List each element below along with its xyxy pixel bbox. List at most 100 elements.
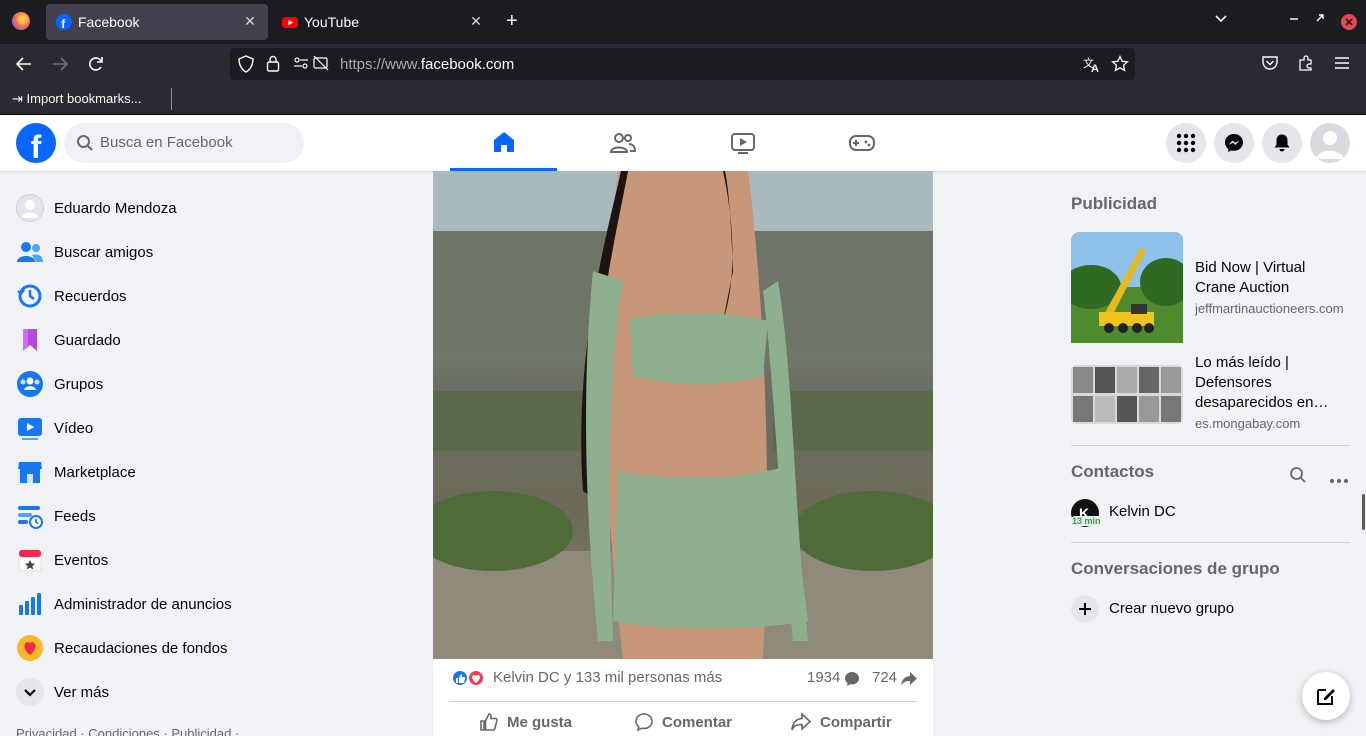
marketplace-icon (16, 458, 44, 486)
pocket-icon[interactable] (1259, 54, 1281, 77)
sidebar-item-profile[interactable]: Eduardo Mendoza (8, 186, 308, 230)
sidebar-item-feeds[interactable]: Feeds (8, 494, 308, 538)
comments-count[interactable]: 1934 (807, 669, 840, 686)
sidebar-item-memories[interactable]: Recuerdos (8, 274, 308, 318)
comment-label: Comentar (662, 713, 733, 731)
gaming-controller-icon (848, 135, 875, 151)
share-button[interactable]: Compartir (790, 711, 892, 733)
sidebar-item-label: Guardado (54, 331, 121, 349)
ads-manager-icon (16, 590, 44, 618)
home-icon (493, 131, 514, 152)
tab-video[interactable] (689, 115, 796, 171)
love-reaction-icon (467, 669, 485, 687)
tab-label: YouTube (304, 14, 360, 30)
close-tab-icon[interactable]: ✕ (468, 13, 484, 30)
sidebar-item-label: Feeds (54, 507, 96, 525)
shares-count[interactable]: 724 (872, 669, 897, 686)
extensions-puzzle-icon[interactable] (1295, 54, 1317, 77)
sidebar-item-video[interactable]: Vídeo (8, 406, 308, 450)
create-group-button[interactable]: Crear nuevo grupo (1071, 594, 1350, 624)
ad-domain: es.mongabay.com (1195, 416, 1301, 431)
ad-domain: jeffmartinauctioneers.com (1195, 301, 1344, 316)
search-icon (77, 135, 93, 151)
search-contacts-icon[interactable] (1289, 466, 1307, 489)
comment-icon (635, 713, 653, 732)
messenger-icon (1225, 134, 1243, 152)
sidebar-item-friends[interactable]: Buscar amigos (8, 230, 308, 274)
like-button[interactable]: Me gusta (479, 711, 572, 733)
sidebar-item-events[interactable]: Eventos (8, 538, 308, 582)
share-icon (791, 712, 812, 731)
address-bar[interactable]: https://www.facebook.com 文A (230, 48, 1135, 80)
tab-youtube[interactable]: YouTube ✕ (272, 4, 494, 40)
sidebar-item-ads-manager[interactable]: Administrador de anuncios (8, 582, 308, 626)
bookmark-icon (16, 326, 44, 354)
sidebar-item-label: Eduardo Mendoza (54, 199, 177, 217)
ad-item[interactable]: Lo más leído | Defensores desaparecidos … (1071, 353, 1350, 433)
bookmark-star-icon[interactable] (1111, 54, 1129, 77)
comment-button[interactable]: Comentar (634, 711, 732, 733)
new-message-button[interactable] (1302, 672, 1350, 720)
post-photo[interactable] (433, 171, 933, 659)
new-tab-button[interactable]: + (506, 10, 518, 33)
hamburger-menu-icon[interactable] (1331, 54, 1353, 77)
ad-item[interactable]: Bid Now | Virtual Crane Auction jeffmart… (1071, 232, 1350, 343)
search-placeholder: Busca en Facebook (100, 134, 233, 151)
section-divider (1071, 445, 1350, 446)
forward-arrow-icon[interactable] (49, 54, 71, 79)
avatar-icon (1316, 131, 1344, 159)
tracking-shield-icon[interactable] (238, 55, 254, 77)
permissions-icon[interactable] (293, 55, 309, 75)
contacts-heading: Contactos (1071, 462, 1155, 481)
tab-gaming[interactable] (808, 115, 915, 171)
more-options-icon[interactable] (1329, 471, 1349, 489)
sidebar-item-label: Recuerdos (54, 287, 127, 305)
share-label: Compartir (820, 713, 892, 731)
sidebar-item-fundraisers[interactable]: Recaudaciones de fondos (8, 626, 308, 670)
sidebar-item-see-more[interactable]: Ver más (8, 670, 308, 714)
create-group-label: Crear nuevo grupo (1109, 600, 1235, 617)
url-text[interactable]: https://www.facebook.com (340, 56, 514, 73)
menu-grid-button[interactable] (1166, 123, 1206, 163)
reload-icon[interactable] (85, 54, 107, 79)
messenger-button[interactable] (1214, 123, 1254, 163)
url-domain: facebook.com (420, 56, 515, 73)
contact-active-badge: 13 min (1071, 516, 1102, 526)
firefox-logo-icon[interactable] (12, 12, 30, 30)
tab-facebook[interactable]: f Facebook ✕ (46, 4, 268, 40)
post-reactions-bar[interactable]: Kelvin DC y 133 mil personas más 1934 72… (451, 669, 917, 689)
import-bookmarks-button[interactable]: ⇥ Import bookmarks... (12, 91, 141, 107)
notifications-button[interactable] (1262, 123, 1302, 163)
browser-nav-bar: https://www.facebook.com 文A (0, 44, 1366, 86)
search-input[interactable]: Busca en Facebook (64, 123, 304, 163)
sidebar-item-label: Marketplace (54, 463, 136, 481)
translate-icon[interactable]: 文A (1083, 55, 1101, 77)
facebook-favicon-icon: f (56, 14, 72, 31)
sidebar-item-label: Vídeo (54, 419, 94, 437)
share-arrow-icon (900, 671, 918, 691)
page-scrollbar[interactable] (1362, 494, 1365, 530)
tab-home[interactable] (450, 115, 557, 171)
tab-friends[interactable] (569, 115, 676, 171)
back-arrow-icon[interactable] (13, 54, 35, 79)
close-window-icon[interactable] (1340, 13, 1358, 34)
sidebar-item-saved[interactable]: Guardado (8, 318, 308, 362)
list-all-tabs-icon[interactable] (1214, 12, 1228, 29)
lock-icon[interactable] (266, 55, 280, 77)
sidebar-item-groups[interactable]: Grupos (8, 362, 308, 406)
facebook-logo-icon[interactable]: f (16, 123, 56, 163)
browser-tab-bar: f Facebook ✕ YouTube ✕ + (0, 0, 1366, 44)
camera-blocked-icon[interactable] (313, 55, 329, 75)
friends-icon (609, 133, 636, 153)
minimize-window-icon[interactable] (1288, 12, 1300, 27)
reactions-text[interactable]: Kelvin DC y 133 mil personas más (493, 669, 722, 686)
contact-item[interactable]: K 13 min Kelvin DC (1071, 497, 1350, 527)
footer-links[interactable]: Privacidad · Condiciones · Publicidad · (16, 726, 239, 736)
ad-title: Lo más leído | Defensores desaparecidos … (1195, 354, 1329, 411)
mongabay-ad-image (1071, 365, 1183, 424)
account-avatar[interactable] (1310, 123, 1350, 163)
close-tab-icon[interactable]: ✕ (242, 13, 258, 30)
tab-label: Facebook (78, 14, 140, 30)
restore-window-icon[interactable] (1314, 12, 1326, 27)
sidebar-item-marketplace[interactable]: Marketplace (8, 450, 308, 494)
